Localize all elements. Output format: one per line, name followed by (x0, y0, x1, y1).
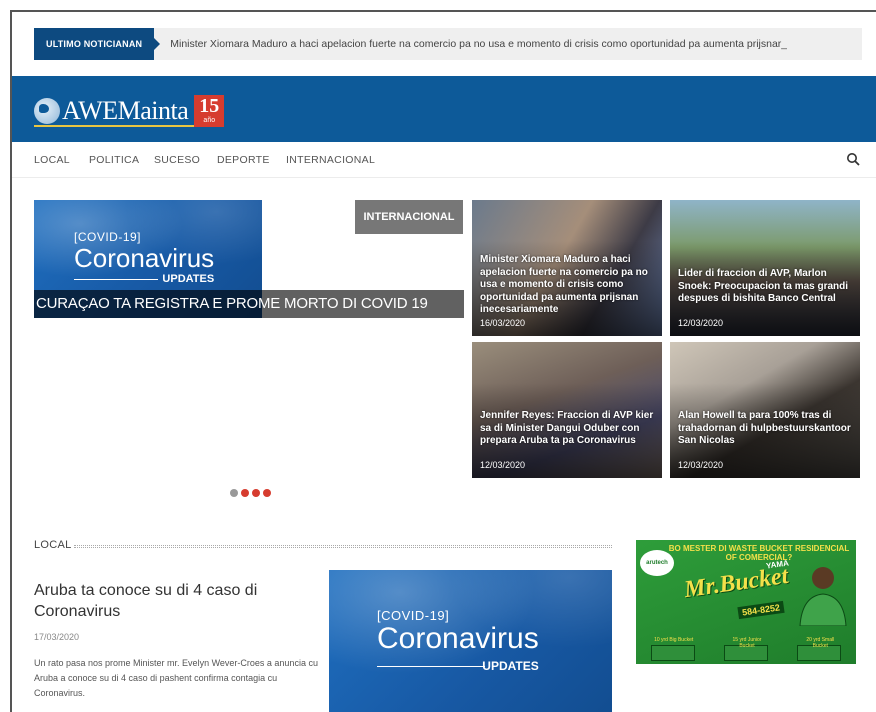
slider-pagination (230, 489, 271, 497)
tile-date: 12/03/2020 (678, 318, 724, 328)
article-image-tag: [COVID-19] (377, 608, 450, 623)
site-logo[interactable]: AWEMainta 15 año (34, 95, 225, 127)
nav-item-deporte[interactable]: DEPORTE (217, 154, 270, 166)
logo-text: AWEMainta (62, 96, 189, 125)
tile-title: Jennifer Reyes: Fraccion di AVP kier sa … (480, 410, 654, 446)
bin-label: 10 yrd Big Bucket (654, 637, 694, 643)
advertisement-banner[interactable]: BO MESTER DI WASTE BUCKET RESIDENCIAL OF… (636, 540, 856, 664)
nav-item-local[interactable]: LOCAL (34, 154, 70, 166)
news-tile[interactable]: Jennifer Reyes: Fraccion di AVP kier sa … (472, 342, 662, 478)
article-image-updates: UPDATES (377, 659, 539, 673)
ticker-headline-link[interactable]: Minister Xiomara Maduro a haci apelacion… (154, 38, 787, 50)
person-icon (799, 567, 847, 626)
article-image[interactable]: [COVID-19] Coronavirus UPDATES (329, 570, 612, 712)
tile-date: 16/03/2020 (480, 318, 526, 328)
hero-image-updates: UPDATES (74, 273, 214, 285)
anniversary-badge: 15 año (194, 95, 225, 127)
tile-title: Lider di fraccion di AVP, Marlon Snoek: … (678, 268, 849, 304)
waste-bin-icon: 10 yrd Big Bucket (650, 637, 695, 661)
ad-brand-logo: arutech (640, 550, 674, 576)
waste-bin-icon: 15 yrd Junior Bucket (723, 637, 768, 661)
globe-icon (34, 98, 60, 124)
tile-title: Minister Xiomara Maduro a haci apelacion… (480, 254, 648, 315)
nav-item-politica[interactable]: POLITICA (89, 154, 139, 166)
hero-image-title: Coronavirus (74, 243, 215, 273)
ad-main-text: Mr.Bucket (682, 562, 790, 604)
badge-number: 15 (199, 95, 220, 117)
news-tile[interactable]: Minister Xiomara Maduro a haci apelacion… (472, 200, 662, 336)
hero-covid-graphic: [COVID-19] Coronavirus UPDATES (74, 230, 214, 285)
ad-phone: 584-8252 (737, 600, 785, 620)
slider-dot[interactable] (230, 489, 238, 497)
tile-date: 12/03/2020 (480, 460, 526, 470)
hero-category-badge[interactable]: INTERNACIONAL (355, 200, 463, 234)
nav-item-internacional[interactable]: INTERNACIONAL (286, 154, 375, 166)
section-divider (74, 545, 612, 548)
badge-word: año (203, 117, 216, 124)
news-tile[interactable]: Lider di fraccion di AVP, Marlon Snoek: … (670, 200, 860, 336)
slider-dot[interactable] (252, 489, 260, 497)
section-title-local[interactable]: LOCAL (34, 539, 72, 551)
article-image-title: Coronavirus (377, 622, 539, 655)
hero-caption[interactable]: CURAÇAO TA REGISTRA E PROME MORTO DI COV… (34, 290, 464, 318)
hero-image-tag: [COVID-19] (74, 230, 142, 244)
bin-label: 20 yrd Small Bucket (806, 637, 835, 649)
article-covid-graphic: [COVID-19] Coronavirus UPDATES (377, 608, 539, 673)
tile-date: 12/03/2020 (678, 460, 724, 470)
news-ticker: ULTIMO NOTICIANAN Minister Xiomara Madur… (34, 28, 862, 60)
waste-bin-icon: 20 yrd Small Bucket (797, 637, 842, 661)
ticker-label: ULTIMO NOTICIANAN (34, 28, 161, 60)
main-nav: LOCAL POLITICA SUCESO DEPORTE INTERNACIO… (12, 142, 876, 178)
bin-label: 15 yrd Junior Bucket (732, 637, 762, 649)
article-title[interactable]: Aruba ta conoce su di 4 caso di Coronavi… (34, 580, 314, 622)
page-frame: ULTIMO NOTICIANAN Minister Xiomara Madur… (10, 10, 876, 712)
ad-headline: BO MESTER DI WASTE BUCKET RESIDENCIAL OF… (668, 544, 850, 562)
ad-bins: 10 yrd Big Bucket 15 yrd Junior Bucket 2… (636, 637, 856, 664)
tile-title: Alan Howell ta para 100% tras di trahado… (678, 410, 851, 446)
slider-dot[interactable] (241, 489, 249, 497)
slider-dot[interactable] (263, 489, 271, 497)
article-date: 17/03/2020 (34, 632, 80, 642)
nav-item-suceso[interactable]: SUCESO (154, 154, 200, 166)
news-tile[interactable]: Alan Howell ta para 100% tras di trahado… (670, 342, 860, 478)
article-excerpt: Un rato pasa nos prome Minister mr. Evel… (34, 658, 318, 698)
search-icon[interactable] (846, 152, 860, 166)
site-header: AWEMainta 15 año (12, 76, 876, 142)
